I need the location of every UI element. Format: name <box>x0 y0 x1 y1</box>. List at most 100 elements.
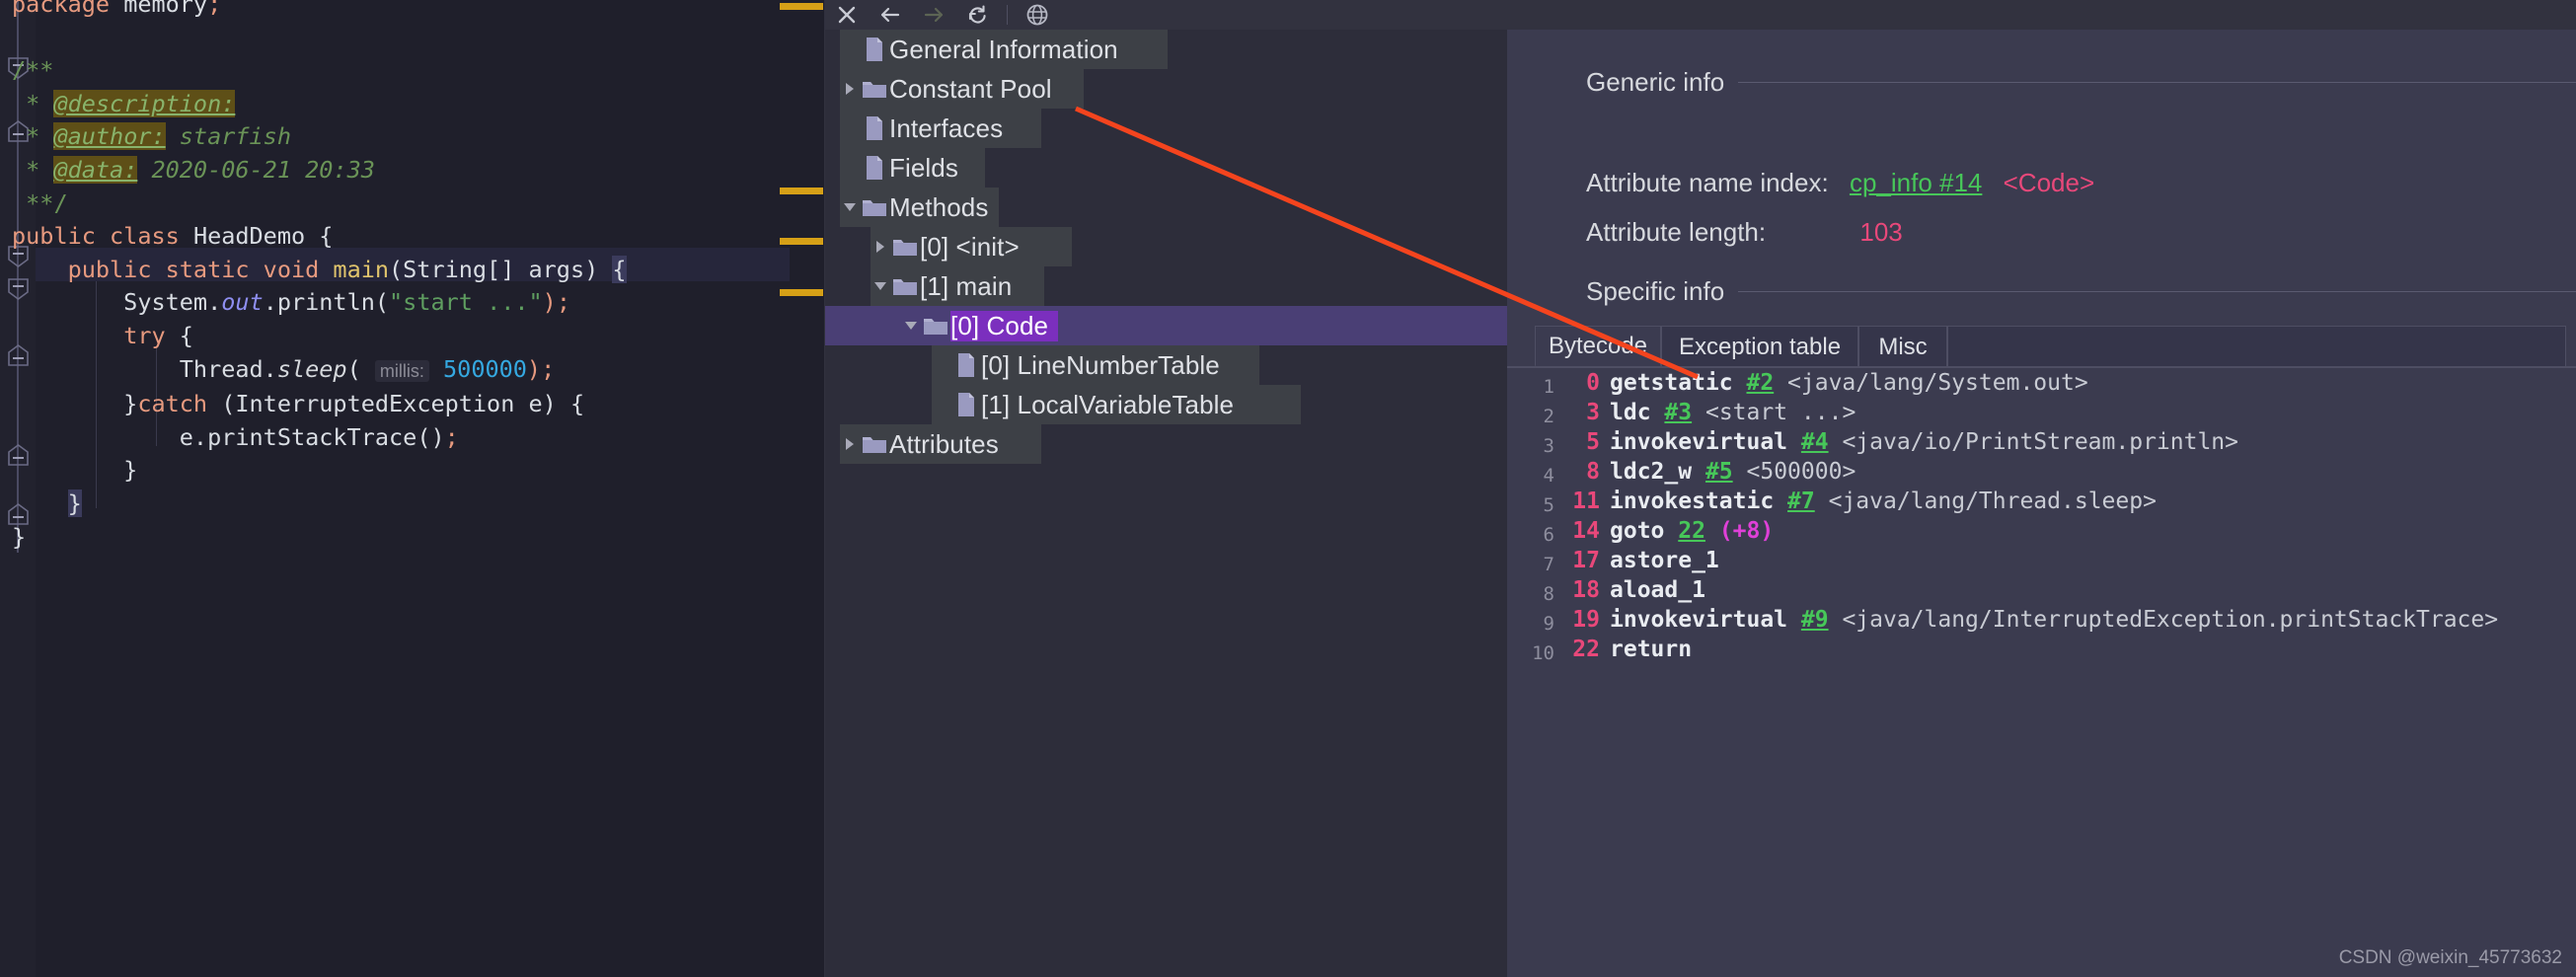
tree-item-fields[interactable]: Fields <box>825 148 1507 188</box>
tree-item-methods[interactable]: Methods <box>825 188 1507 227</box>
tree-no-arrow <box>932 345 951 385</box>
tree-item-0-init[interactable]: [0] <init> <box>825 227 1507 266</box>
tree-item-1-main[interactable]: [1] main <box>825 266 1507 306</box>
code-line: package memory; <box>12 0 627 22</box>
bytecode-instruction: goto 22 (+8) <box>1610 518 1774 544</box>
code-line: Thread.sleep( millis: 500000); <box>12 353 627 389</box>
chevron-down-icon[interactable] <box>901 306 921 345</box>
tree-item-1-localvariabletable[interactable]: [1] LocalVariableTable <box>825 385 1507 424</box>
bytecode-cp-ref[interactable]: #5 <box>1705 459 1733 485</box>
bytecode-descriptor: <500000> <box>1747 459 1856 485</box>
warning-marker[interactable] <box>780 3 823 10</box>
bytecode-line[interactable]: 511invokestatic #7 <java/lang/Thread.sle… <box>1507 487 2576 516</box>
bytecode-cp-ref[interactable]: #3 <box>1664 400 1692 425</box>
code-token: try <box>123 322 165 349</box>
section-rule <box>1738 82 2576 83</box>
bytecode-instruction: return <box>1610 637 1692 662</box>
chevron-right-icon[interactable] <box>871 227 890 266</box>
forward-icon[interactable] <box>912 0 955 30</box>
editor-warning-marker-strip[interactable] <box>790 0 825 977</box>
bytecode-line[interactable]: 818aload_1 <box>1507 575 2576 605</box>
tree-no-arrow <box>840 109 860 148</box>
bytecode-line[interactable]: 10getstatic #2 <java/lang/System.out> <box>1507 368 2576 398</box>
browse-icon[interactable] <box>1016 0 1059 30</box>
attribute-detail-pane: Generic info Attribute name index: cp_in… <box>1507 30 2576 977</box>
bytecode-instruction: aload_1 <box>1610 577 1705 603</box>
detail-tab-bar[interactable]: BytecodeException tableMisc <box>1507 326 2576 367</box>
tree-no-arrow <box>840 148 860 188</box>
code-token: } <box>12 390 137 417</box>
tree-item-constant-pool[interactable]: Constant Pool <box>825 69 1507 109</box>
tree-item-general-information[interactable]: General Information <box>825 30 1507 69</box>
close-icon[interactable] <box>825 0 869 30</box>
bytecode-line[interactable]: 717astore_1 <box>1507 546 2576 575</box>
bytecode-offset: 22 <box>1558 637 1600 662</box>
bytecode-cp-ref[interactable]: #7 <box>1787 488 1815 514</box>
chevron-down-icon[interactable] <box>871 266 890 306</box>
class-structure-tree[interactable]: General InformationConstant PoolInterfac… <box>825 30 1507 977</box>
bytecode-line-number: 7 <box>1507 554 1554 575</box>
code-line: /** <box>12 54 627 88</box>
tree-item-label: [0] LineNumberTable <box>981 350 1230 381</box>
code-editor-pane[interactable]: package memory; /** * @description: * @a… <box>0 0 825 977</box>
code-token: ( <box>347 355 375 383</box>
tab-filler <box>1947 326 2566 367</box>
bytecode-line-number: 2 <box>1507 406 1554 427</box>
code-line: **/ <box>12 188 627 221</box>
bytecode-offset: 19 <box>1558 607 1600 633</box>
tree-item-attributes[interactable]: Attributes <box>825 424 1507 464</box>
bytecode-line-number: 6 <box>1507 524 1554 546</box>
app-window: package memory; /** * @description: * @a… <box>0 0 2576 977</box>
tree-item-0-code[interactable]: [0] Code <box>825 306 1507 345</box>
jclasslib-toolbar[interactable] <box>825 0 2576 30</box>
chevron-down-icon[interactable] <box>840 188 860 227</box>
code-token: memory <box>123 0 207 18</box>
file-icon <box>860 155 889 181</box>
bytecode-cp-ref[interactable]: #4 <box>1801 429 1829 455</box>
code-line: * @author: starfish <box>12 120 627 154</box>
bytecode-line[interactable]: 919invokevirtual #9 <java/lang/Interrupt… <box>1507 605 2576 635</box>
tree-item-interfaces[interactable]: Interfaces <box>825 109 1507 148</box>
bytecode-instruction: ldc2_w #5 <500000> <box>1610 459 1856 485</box>
cp-info-link[interactable]: cp_info #14 <box>1850 168 1982 197</box>
code-line: try { <box>12 320 627 353</box>
warning-marker[interactable] <box>780 289 823 296</box>
bytecode-line[interactable]: 35invokevirtual #4 <java/io/PrintStream.… <box>1507 427 2576 457</box>
chevron-right-icon[interactable] <box>840 69 860 109</box>
section-rule <box>1738 291 2576 292</box>
tab-exception-table[interactable]: Exception table <box>1661 326 1858 367</box>
bytecode-cp-ref[interactable]: #9 <box>1801 607 1829 633</box>
bytecode-descriptor: (+8) <box>1719 518 1774 544</box>
warning-marker[interactable] <box>780 188 823 194</box>
bytecode-opcode: invokestatic <box>1610 488 1774 514</box>
bytecode-descriptor: <java/lang/System.out> <box>1787 370 2088 396</box>
bytecode-listing[interactable]: 10getstatic #2 <java/lang/System.out>23l… <box>1507 368 2576 977</box>
code-token: starfish <box>166 122 291 150</box>
bytecode-line[interactable]: 1022return <box>1507 635 2576 664</box>
tree-item-0-linenumbertable[interactable]: [0] LineNumberTable <box>825 345 1507 385</box>
code-token: () <box>417 423 444 451</box>
back-icon[interactable] <box>869 0 912 30</box>
bytecode-offset: 17 <box>1558 548 1600 573</box>
code-token: @data: <box>53 156 137 184</box>
bytecode-cp-ref[interactable]: #2 <box>1746 370 1774 396</box>
reload-icon[interactable] <box>955 0 999 30</box>
warning-marker[interactable] <box>780 238 823 245</box>
bytecode-line[interactable]: 614goto 22 (+8) <box>1507 516 2576 546</box>
code-line: public static void main(String[] args) { <box>12 254 627 287</box>
bytecode-opcode: ldc <box>1610 400 1651 425</box>
bytecode-cp-ref[interactable]: 22 <box>1678 518 1705 544</box>
bytecode-descriptor: <java/io/PrintStream.println> <box>1842 429 2238 455</box>
bytecode-line[interactable]: 23ldc #3 <start ...> <box>1507 398 2576 427</box>
tab-bytecode[interactable]: Bytecode <box>1535 326 1661 367</box>
code-line: System.out.println("start ..."); <box>12 286 627 320</box>
bytecode-opcode: ldc2_w <box>1610 459 1692 485</box>
chevron-right-icon[interactable] <box>840 424 860 464</box>
bytecode-instruction: invokevirtual #4 <java/io/PrintStream.pr… <box>1610 429 2238 455</box>
bytecode-line[interactable]: 48ldc2_w #5 <500000> <box>1507 457 2576 487</box>
bytecode-line-number: 8 <box>1507 583 1554 605</box>
code-token: ; <box>207 0 221 18</box>
tab-misc[interactable]: Misc <box>1858 326 1947 367</box>
code-line <box>12 22 627 55</box>
folder-icon <box>890 236 920 258</box>
